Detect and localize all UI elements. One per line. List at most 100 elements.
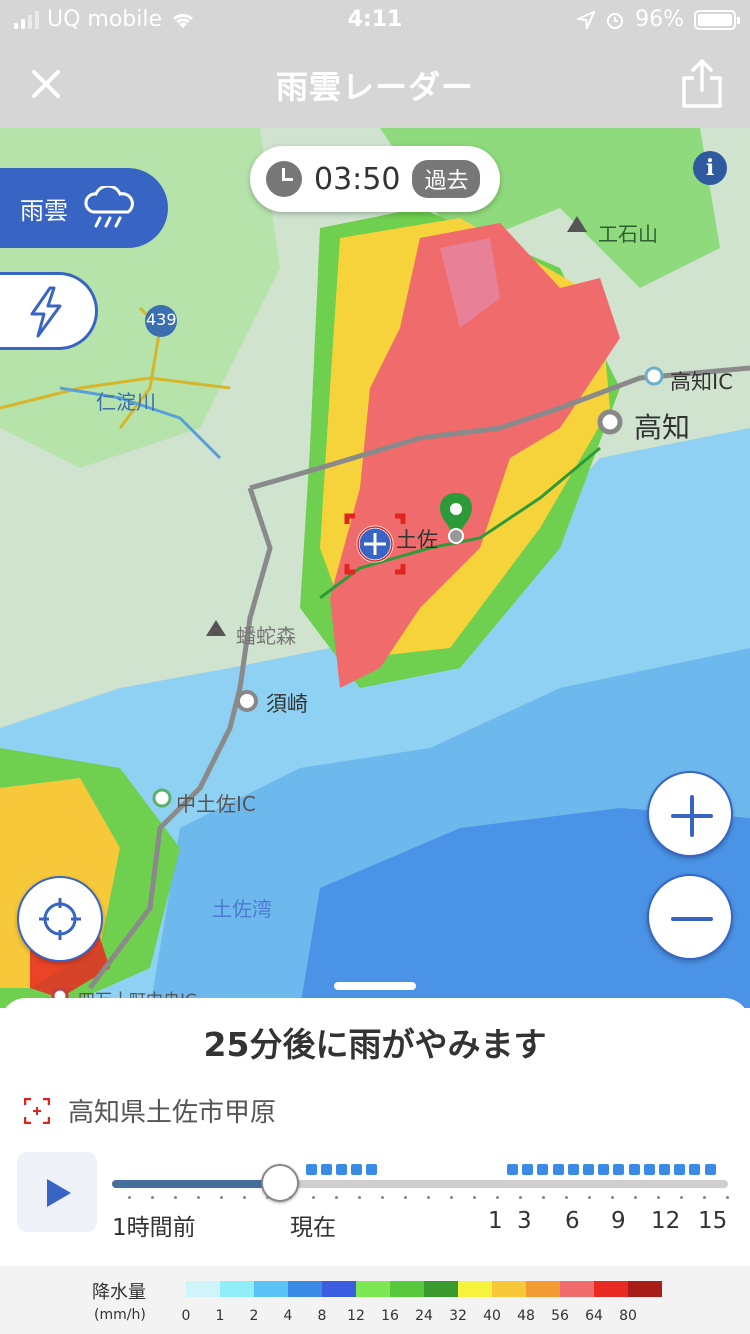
location-row: 高知県土佐市甲原 [24,1092,276,1129]
rain-square [366,1164,377,1175]
timeline-dot [542,1196,545,1199]
sheet-handle[interactable] [334,982,416,990]
timeline-dot [197,1196,200,1199]
legend-level: 8 [317,1308,327,1324]
map-label-banjamori: 蟠蛇森 [236,624,296,648]
title-bar: 雨雲レーダー [0,40,750,128]
rain-square [507,1164,518,1175]
map-label-kochi: 高知 [634,411,691,444]
tick-label: 1時間前 [112,1215,196,1241]
rain-square [306,1164,317,1175]
rain-square [659,1164,670,1175]
legend-unit: (mm/h) [94,1307,146,1323]
tick-label: 3 [517,1208,532,1234]
timeline-dot [128,1196,131,1199]
map-label-kuishiyama: 工石山 [598,222,658,246]
rain-square [522,1164,534,1175]
rain-square [628,1164,640,1175]
clock-icon [266,161,302,197]
rain-square [321,1164,332,1175]
legend-level: 40 [483,1308,501,1324]
legend-title: 降水量 [92,1282,146,1303]
rain-radar-map[interactable]: 439 工石山 仁淀川 高知IC 高知 土佐 蟠蛇森 須崎 中土佐IC 土佐湾 … [0,128,750,1008]
lightning-icon [30,286,62,338]
timeline-dot [657,1196,660,1199]
radar-time-pill[interactable]: 03:50 過去 [250,146,500,212]
legend-level: 48 [517,1308,535,1324]
current-location-button[interactable] [17,876,103,962]
timeline-dot [358,1196,361,1199]
timeline-dot [404,1196,407,1199]
crosshair-icon [39,898,81,940]
legend-swatch [288,1281,322,1297]
timeline-dot [450,1196,453,1199]
legend-swatch [186,1281,220,1297]
radar-time: 03:50 [314,161,401,197]
map-label-kochi-ic: 高知IC [670,370,733,394]
legend-swatch [390,1281,424,1297]
timeline-dot [634,1196,637,1199]
play-button[interactable] [17,1152,97,1232]
legend-level: 80 [619,1308,637,1324]
battery-icon [694,9,740,30]
timeline-dot [611,1196,614,1199]
rain-cloud-icon [84,186,134,228]
tick-label: 1 [488,1208,503,1234]
past-badge: 過去 [412,160,481,198]
timeline-progress [112,1180,280,1188]
info-icon[interactable]: i [693,151,727,185]
battery-percent: 96% [635,7,684,32]
rain-square [613,1164,625,1175]
rain-square [704,1164,716,1175]
radar-overlay [0,128,750,1008]
tick-label: 6 [565,1208,580,1234]
legend-swatch [458,1281,492,1297]
rain-square [583,1164,594,1175]
legend-level: 24 [415,1308,433,1324]
legend-swatch [628,1281,662,1297]
legend-swatch [220,1281,254,1297]
legend-level: 1 [215,1308,225,1324]
map-label-susaki: 須崎 [266,692,308,716]
status-bar: UQ mobile 4:11 96% [0,0,750,40]
timeline-dot [289,1196,292,1199]
tick-label: 現在 [290,1215,336,1241]
zoom-in-button[interactable] [647,771,733,857]
location-name: 高知県土佐市甲原 [68,1098,277,1128]
rain-square [552,1164,564,1175]
legend-swatch [492,1281,526,1297]
timeline-dot [588,1196,591,1199]
lightning-tab[interactable] [0,272,98,350]
timeline-dot [565,1196,568,1199]
legend-level: 12 [347,1308,365,1324]
timeline-slider[interactable] [112,1180,728,1188]
timeline-dot [220,1196,223,1199]
legend-level: 2 [249,1308,259,1324]
rain-square [674,1164,686,1175]
layer-tab-label: 雨雲 [20,196,68,225]
tick-label: 9 [611,1208,626,1234]
timeline-dot [703,1196,706,1199]
timeline-dot [519,1196,522,1199]
rain-square [689,1164,701,1175]
legend-swatch [254,1281,288,1297]
legend-swatch [560,1281,594,1297]
share-icon[interactable] [680,58,724,110]
page-title: 雨雲レーダー [275,68,474,106]
rain-square [351,1164,362,1175]
timeline-dot [726,1196,729,1199]
legend-level: 4 [283,1308,293,1324]
precipitation-legend: 降水量 (mm/h) 0 1 2 4 8 12 16 24 32 40 48 56 64 80 [0,1266,750,1334]
alarm-icon [607,12,624,29]
timeline-dot [496,1196,499,1199]
rain-square [336,1164,347,1175]
timeline-dot [473,1196,476,1199]
layer-tab-rain-cloud[interactable]: 雨雲 [0,168,168,248]
timeline-dot [335,1196,338,1199]
location-arrow-icon [577,10,596,29]
map-label-niyodo-river: 仁淀川 [96,390,156,414]
zoom-out-button[interactable] [647,874,733,960]
rain-square [598,1164,610,1175]
tick-label: 12 [651,1208,681,1234]
legend-swatch [322,1281,356,1297]
